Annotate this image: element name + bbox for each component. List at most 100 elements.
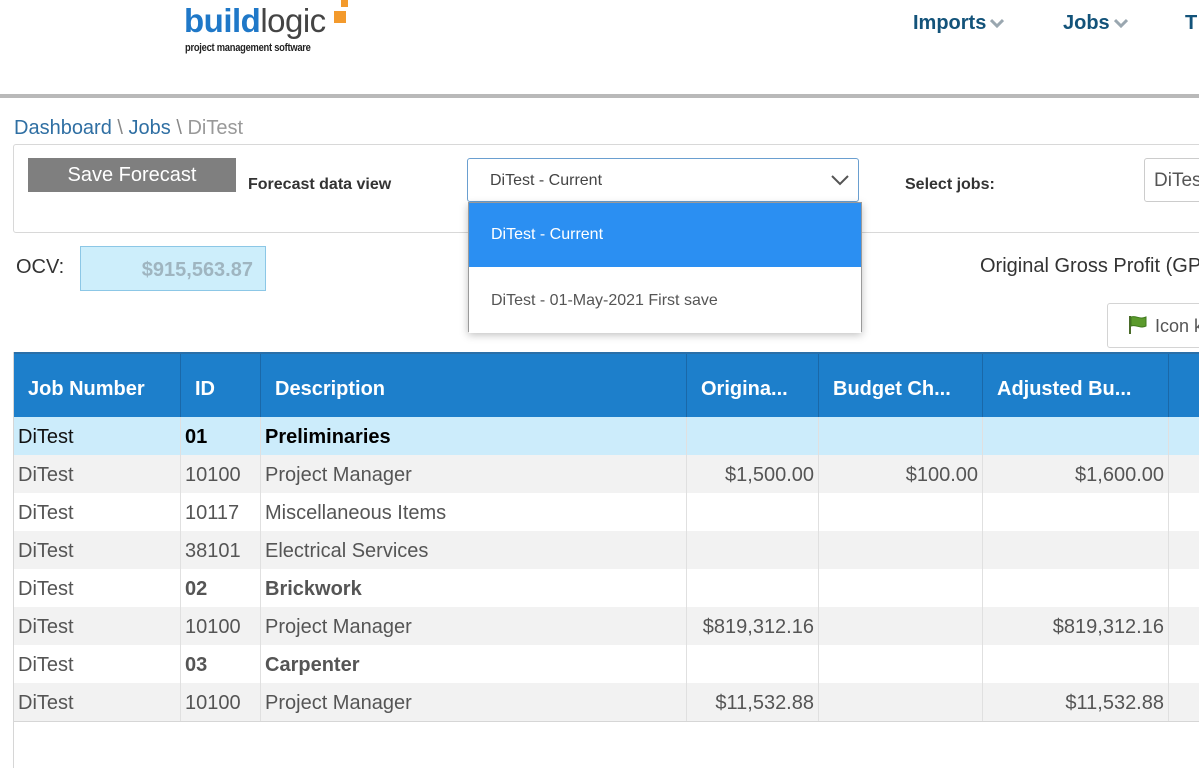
cell-description[interactable]: Electrical Services	[261, 531, 687, 569]
cell-description[interactable]: Miscellaneous Items	[261, 493, 687, 531]
cell-adjusted-budget[interactable]: $11,532.88	[983, 683, 1169, 721]
cell-description[interactable]: Carpenter	[261, 645, 687, 683]
cell-budget-change[interactable]	[819, 683, 983, 721]
column-header-job-number[interactable]: Job Number	[14, 354, 181, 417]
cell-description[interactable]: Project Manager	[261, 683, 687, 721]
table-row[interactable]: DiTest 02 Brickwork	[14, 569, 1199, 607]
column-header-original[interactable]: Origina...	[687, 354, 819, 417]
cell-original[interactable]	[687, 645, 819, 683]
nav-imports-label: Imports	[913, 12, 987, 34]
cell-overflow[interactable]	[1169, 569, 1199, 607]
column-header-id[interactable]: ID	[181, 354, 261, 417]
cell-id[interactable]: 10100	[181, 683, 261, 721]
table-row[interactable]: DiTest 01 Preliminaries	[14, 417, 1199, 455]
cell-adjusted-budget[interactable]	[983, 531, 1169, 569]
cell-overflow[interactable]	[1169, 493, 1199, 531]
cell-id[interactable]: 10117	[181, 493, 261, 531]
column-header-description[interactable]: Description	[261, 354, 687, 417]
icon-key-label: Icon k	[1155, 316, 1199, 336]
cell-description[interactable]: Preliminaries	[261, 417, 687, 455]
select-jobs-input[interactable]: DiTes	[1144, 158, 1199, 202]
table-row[interactable]: DiTest 10100 Project Manager $1,500.00 $100.…	[14, 455, 1199, 493]
dropdown-option-first-save[interactable]: DiTest - 01-May-2021 First save	[469, 269, 861, 333]
cell-description[interactable]: Brickwork	[261, 569, 687, 607]
forecast-data-view-select[interactable]: DiTest - Current	[467, 158, 859, 202]
cell-job-number[interactable]: DiTest	[14, 645, 181, 683]
breadcrumb-dashboard[interactable]: Dashboard	[14, 117, 112, 139]
cell-adjusted-budget[interactable]: $819,312.16	[983, 607, 1169, 645]
cell-budget-change[interactable]	[819, 531, 983, 569]
cell-original[interactable]: $819,312.16	[687, 607, 819, 645]
cell-overflow[interactable]	[1169, 683, 1199, 721]
cell-budget-change[interactable]	[819, 607, 983, 645]
grid-header-row: Job Number ID Description Origina... Bud…	[14, 352, 1199, 417]
cell-overflow[interactable]	[1169, 417, 1199, 455]
ocv-label: OCV:	[16, 256, 65, 278]
cell-job-number[interactable]: DiTest	[14, 569, 181, 607]
cell-job-number[interactable]: DiTest	[14, 455, 181, 493]
icon-key-button[interactable]: Icon k	[1107, 303, 1199, 348]
cell-original[interactable]: $1,500.00	[687, 455, 819, 493]
breadcrumb-jobs[interactable]: Jobs	[129, 117, 171, 139]
table-row[interactable]: DiTest 03 Carpenter	[14, 645, 1199, 683]
ocv-value: $915,563.87	[141, 259, 253, 281]
cell-original[interactable]	[687, 493, 819, 531]
cell-job-number[interactable]: DiTest	[14, 493, 181, 531]
nav-third-label: T	[1185, 12, 1198, 34]
cell-id[interactable]: 10100	[181, 607, 261, 645]
cell-adjusted-budget[interactable]	[983, 493, 1169, 531]
cell-overflow[interactable]	[1169, 645, 1199, 683]
table-row[interactable]: DiTest 10100 Project Manager $819,312.16 $81…	[14, 607, 1199, 645]
flag-icon	[1127, 315, 1149, 340]
cell-overflow[interactable]	[1169, 607, 1199, 645]
cell-job-number[interactable]: DiTest	[14, 417, 181, 455]
forecast-grid: Job Number ID Description Origina... Bud…	[13, 352, 1199, 768]
buildlogic-logo[interactable]: buildlogic project management software	[184, 0, 354, 62]
nav-jobs[interactable]: Jobs	[1063, 10, 1128, 36]
cell-adjusted-budget[interactable]: $1,600.00	[983, 455, 1169, 493]
cell-original[interactable]: $11,532.88	[687, 683, 819, 721]
cell-budget-change[interactable]	[819, 645, 983, 683]
table-row[interactable]: DiTest 10117 Miscellaneous Items	[14, 493, 1199, 531]
cell-id[interactable]: 10100	[181, 455, 261, 493]
grid-bottom-border	[14, 721, 1199, 722]
nav-jobs-label: Jobs	[1063, 12, 1110, 34]
cell-original[interactable]	[687, 569, 819, 607]
cell-overflow[interactable]	[1169, 455, 1199, 493]
cell-description[interactable]: Project Manager	[261, 607, 687, 645]
cell-id[interactable]: 03	[181, 645, 261, 683]
cell-id[interactable]: 02	[181, 569, 261, 607]
cell-id[interactable]: 38101	[181, 531, 261, 569]
forecast-view-dropdown: DiTest - Current DiTest - 01-May-2021 Fi…	[468, 202, 862, 333]
logo-small-square-icon	[341, 0, 348, 7]
cell-original[interactable]	[687, 417, 819, 455]
breadcrumb-separator: \	[170, 117, 188, 139]
cell-id[interactable]: 01	[181, 417, 261, 455]
cell-budget-change[interactable]	[819, 569, 983, 607]
cell-overflow[interactable]	[1169, 531, 1199, 569]
cell-original[interactable]	[687, 531, 819, 569]
column-header-budget-change[interactable]: Budget Ch...	[819, 354, 983, 417]
save-forecast-button[interactable]: Save Forecast	[28, 158, 236, 192]
select-jobs-value: DiTes	[1154, 170, 1199, 191]
cell-job-number[interactable]: DiTest	[14, 531, 181, 569]
cell-budget-change[interactable]: $100.00	[819, 455, 983, 493]
cell-job-number[interactable]: DiTest	[14, 683, 181, 721]
cell-budget-change[interactable]	[819, 493, 983, 531]
header-divider	[0, 94, 1199, 98]
logo-tagline: project management software	[185, 42, 311, 54]
table-row[interactable]: DiTest 38101 Electrical Services	[14, 531, 1199, 569]
cell-adjusted-budget[interactable]	[983, 417, 1169, 455]
cell-adjusted-budget[interactable]	[983, 569, 1169, 607]
dropdown-option-current[interactable]: DiTest - Current	[469, 203, 861, 267]
original-gross-profit-label: Original Gross Profit (GP	[980, 255, 1199, 277]
cell-job-number[interactable]: DiTest	[14, 607, 181, 645]
column-header-adjusted-budget[interactable]: Adjusted Bu...	[983, 354, 1169, 417]
cell-adjusted-budget[interactable]	[983, 645, 1169, 683]
table-row[interactable]: DiTest 10100 Project Manager $11,532.88 $11,…	[14, 683, 1199, 721]
cell-budget-change[interactable]	[819, 417, 983, 455]
nav-third[interactable]: T	[1185, 10, 1197, 36]
nav-imports[interactable]: Imports	[913, 10, 1005, 36]
cell-description[interactable]: Project Manager	[261, 455, 687, 493]
top-header: buildlogic project management software I…	[0, 0, 1199, 94]
